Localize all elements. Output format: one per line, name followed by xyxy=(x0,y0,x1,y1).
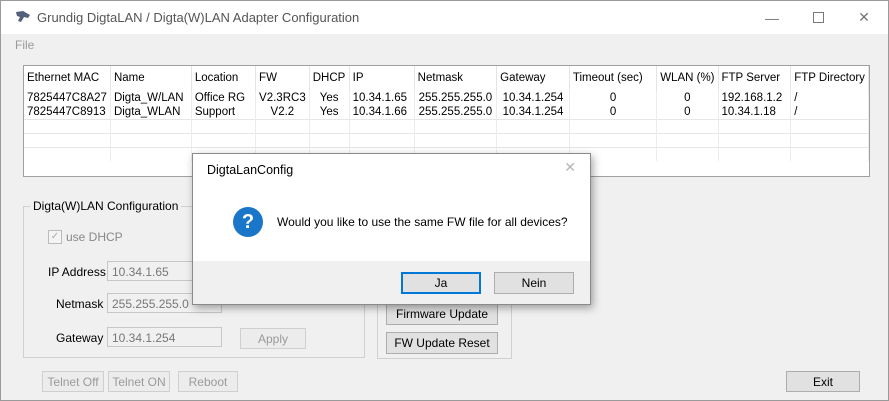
cell-fw: V2.2 xyxy=(255,105,310,120)
cell-timeout: 0 xyxy=(569,91,658,105)
window-title: Grundig DigtaLAN / Digta(W)LAN Adapter C… xyxy=(37,10,360,25)
cell-name: Digta_W/LAN xyxy=(110,91,192,105)
column-header[interactable]: FTP Directory xyxy=(790,66,869,91)
table-header-row: Ethernet MAC Name Location FW DHCP IP Ne… xyxy=(24,66,869,91)
dialog-message: Would you like to use the same FW file f… xyxy=(277,215,568,229)
cell-gateway: 10.34.1.254 xyxy=(496,105,570,120)
apply-button[interactable]: Apply xyxy=(240,328,306,349)
table-row-empty xyxy=(24,119,869,134)
app-icon xyxy=(16,11,30,22)
table-row-empty xyxy=(24,133,869,148)
cell-dhcp: Yes xyxy=(309,91,350,105)
column-header[interactable]: Location xyxy=(191,66,257,91)
dialog-close-icon[interactable]: ✕ xyxy=(564,159,576,176)
menu-bar: File xyxy=(1,34,888,56)
minimize-icon: — xyxy=(765,9,779,26)
menu-file[interactable]: File xyxy=(15,38,34,52)
cell-mac: 7825447C8913 xyxy=(24,105,111,120)
column-header[interactable]: FW xyxy=(255,66,310,91)
column-header[interactable]: Gateway xyxy=(496,66,570,91)
cell-dhcp: Yes xyxy=(309,105,350,120)
maximize-icon xyxy=(812,12,824,23)
checkmark-icon: ✓ xyxy=(48,230,62,244)
cell-location: Support xyxy=(191,105,257,120)
column-header[interactable]: Netmask xyxy=(414,66,498,91)
cell-ftp-server: 192.168.1.2 xyxy=(718,91,792,105)
cell-ftp-server: 10.34.1.18 xyxy=(718,105,792,120)
ip-address-label: IP Address xyxy=(48,265,106,279)
telnet-off-button[interactable]: Telnet Off xyxy=(42,371,104,392)
gateway-label: Gateway xyxy=(56,331,104,345)
close-icon: ✕ xyxy=(858,9,870,25)
cell-netmask: 255.255.255.0 xyxy=(414,91,498,105)
table-row[interactable]: 7825447C8913 Digta_WLAN Support V2.2 Yes… xyxy=(24,105,869,120)
use-dhcp-checkbox[interactable]: ✓ use DHCP xyxy=(48,230,123,244)
cell-location: Office RG xyxy=(191,91,257,105)
main-window: Grundig DigtaLAN / Digta(W)LAN Adapter C… xyxy=(0,0,889,401)
cell-ip: 10.34.1.65 xyxy=(349,91,415,105)
close-button[interactable]: ✕ xyxy=(841,1,887,34)
cell-ftp-directory: / xyxy=(790,91,869,105)
question-icon: ? xyxy=(233,207,263,237)
maximize-button[interactable] xyxy=(795,1,841,34)
column-header[interactable]: FTP Server xyxy=(718,66,792,91)
no-button[interactable]: Nein xyxy=(494,272,574,294)
cell-fw: V2.3RC3 xyxy=(255,91,310,105)
cell-mac: 7825447C8A27 xyxy=(24,91,111,105)
confirm-dialog: DigtaLanConfig ✕ ? Would you like to use… xyxy=(192,153,591,305)
fw-update-reset-button[interactable]: FW Update Reset xyxy=(386,332,498,354)
column-header[interactable]: Name xyxy=(110,66,192,91)
dialog-footer: Ja Nein xyxy=(193,261,590,304)
column-header[interactable]: Ethernet MAC xyxy=(24,66,111,91)
cell-gateway: 10.34.1.254 xyxy=(496,91,570,105)
cell-wlan: 0 xyxy=(656,91,719,105)
cell-ftp-directory: / xyxy=(790,105,869,120)
cell-timeout: 0 xyxy=(569,105,658,120)
cell-netmask: 255.255.255.0 xyxy=(414,105,498,120)
column-header[interactable]: IP xyxy=(349,66,415,91)
cell-ip: 10.34.1.66 xyxy=(349,105,415,120)
minimize-button[interactable]: — xyxy=(749,1,795,34)
title-bar: Grundig DigtaLAN / Digta(W)LAN Adapter C… xyxy=(1,1,888,34)
cell-wlan: 0 xyxy=(656,105,719,120)
telnet-on-button[interactable]: Telnet ON xyxy=(108,371,170,392)
netmask-label: Netmask xyxy=(56,297,104,311)
table-row[interactable]: 7825447C8A27 Digta_W/LAN Office RG V2.3R… xyxy=(24,91,869,105)
exit-button[interactable]: Exit xyxy=(786,371,860,392)
gateway-field[interactable]: 10.34.1.254 xyxy=(107,327,222,347)
column-header[interactable]: Timeout (sec) xyxy=(569,66,658,91)
dialog-title: DigtaLanConfig xyxy=(207,163,294,177)
yes-button[interactable]: Ja xyxy=(401,272,481,294)
column-header[interactable]: DHCP xyxy=(309,66,350,91)
config-group-label: Digta(W)LAN Configuration xyxy=(30,199,182,213)
use-dhcp-label: use DHCP xyxy=(66,230,123,244)
reboot-button[interactable]: Reboot xyxy=(178,371,238,392)
firmware-update-button[interactable]: Firmware Update xyxy=(386,303,498,325)
column-header[interactable]: WLAN (%) xyxy=(656,66,719,91)
cell-name: Digta_WLAN xyxy=(110,105,192,120)
